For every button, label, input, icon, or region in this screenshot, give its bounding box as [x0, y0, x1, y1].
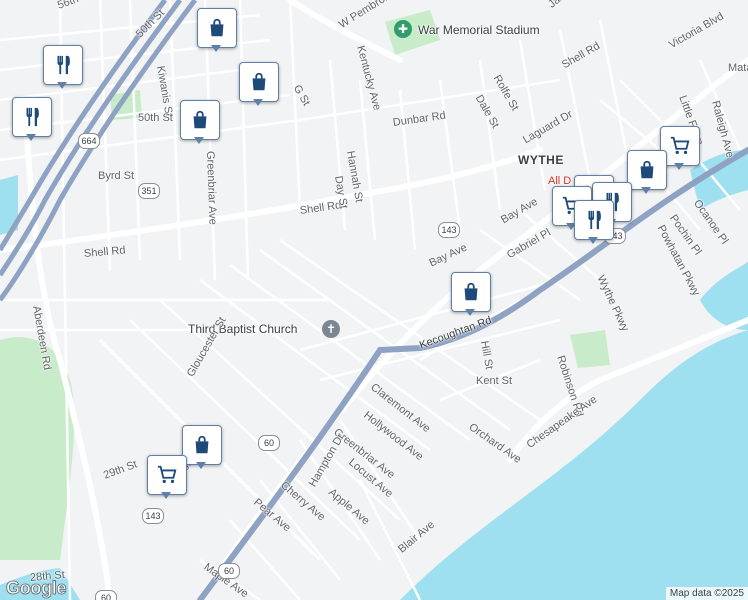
- restaurant-marker[interactable]: [12, 97, 52, 143]
- shopping-cart-marker[interactable]: [147, 455, 187, 501]
- street-label: Byrd St: [98, 170, 135, 182]
- shopping-bag-icon: [193, 110, 207, 129]
- stadium-icon[interactable]: ✚: [394, 20, 412, 38]
- shopping-bag-marker[interactable]: [451, 272, 491, 318]
- shopping-bag-marker[interactable]: [197, 8, 237, 54]
- shopping-bag-marker[interactable]: [180, 100, 220, 146]
- street-label: 50th St: [138, 112, 173, 124]
- shopping-bag-icon: [252, 72, 266, 91]
- shopping-bag-marker[interactable]: [239, 62, 279, 108]
- water-bay: [400, 330, 748, 600]
- route-shield: 664: [78, 133, 100, 149]
- street-label: Mata: [728, 62, 748, 74]
- shopping-bag-marker[interactable]: [182, 425, 222, 471]
- street-label: Kent St: [476, 375, 513, 387]
- route-shield: 60: [95, 590, 117, 600]
- route-shield: 143: [142, 508, 164, 524]
- church-icon[interactable]: ✝: [322, 320, 340, 338]
- restaurant-icon: [588, 210, 601, 230]
- shopping-bag-marker[interactable]: [627, 150, 667, 196]
- map-attribution[interactable]: Map data ©2025: [665, 587, 748, 600]
- street-label: Greenbriar Ave: [204, 150, 219, 225]
- shopping-bag-icon: [210, 18, 224, 37]
- restaurant-marker[interactable]: [43, 45, 83, 91]
- restaurant-icon: [26, 107, 39, 127]
- shopping-cart-icon: [157, 465, 177, 484]
- stadium-label[interactable]: War Memorial Stadium: [418, 23, 540, 37]
- shopping-bag-icon: [640, 160, 654, 179]
- restaurant-icon: [57, 55, 70, 75]
- shopping-cart-icon: [670, 136, 690, 155]
- restaurant-marker[interactable]: [574, 200, 614, 246]
- route-shield: 60: [218, 563, 240, 579]
- shopping-bag-icon: [195, 435, 209, 454]
- park-robinson: [570, 330, 610, 368]
- google-logo: Google: [6, 578, 67, 599]
- map-canvas[interactable]: WYTHE ✚ War Memorial Stadium Third Bapti…: [0, 0, 748, 600]
- church-label[interactable]: Third Baptist Church: [188, 322, 297, 336]
- route-shield: 60: [258, 435, 280, 451]
- route-shield: 351: [138, 183, 160, 199]
- shopping-bag-icon: [464, 282, 478, 301]
- area-label-wythe: WYTHE: [518, 153, 564, 167]
- route-shield: 143: [438, 222, 460, 238]
